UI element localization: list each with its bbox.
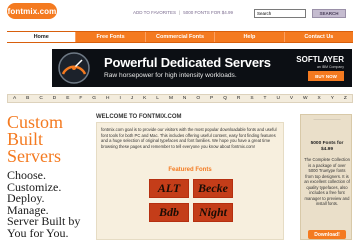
main-nav: Home Free Fonts Commercial Fonts Help Co… bbox=[7, 31, 353, 43]
alphabet-letter-q[interactable]: Q bbox=[223, 96, 227, 101]
alphabet-letter-w[interactable]: W bbox=[303, 96, 308, 101]
fonts-offer-link[interactable]: 5000 FONTS FOR $4.99 bbox=[183, 10, 233, 15]
alphabet-letter-k[interactable]: K bbox=[143, 96, 146, 101]
alphabet-letter-x[interactable]: X bbox=[318, 96, 321, 101]
welcome-heading: WELCOME TO FONTMIX.COM bbox=[96, 114, 182, 120]
search-button[interactable]: SEARCH bbox=[312, 9, 346, 18]
alphabet-letter-f[interactable]: F bbox=[79, 96, 82, 101]
add-to-favorites-link[interactable]: ADD TO FAVORITES bbox=[133, 10, 176, 15]
alphabet-letter-j[interactable]: J bbox=[131, 96, 133, 101]
buy-now-button[interactable]: BUY NOW bbox=[308, 71, 344, 81]
promo-title[interactable]: Custom Built Servers bbox=[7, 113, 87, 166]
intro-text: fontmix.com goal is to provide our visit… bbox=[101, 127, 277, 149]
alphabet-letter-a[interactable]: A bbox=[13, 96, 16, 101]
featured-font-tile[interactable]: Bdb bbox=[149, 203, 189, 222]
brand-tagline: an IBM Company bbox=[316, 65, 344, 69]
download-button[interactable]: Download! bbox=[308, 230, 346, 239]
sidebar-description: The Complete Collection is a package of … bbox=[304, 157, 350, 206]
banner-title: Powerful Dedicated Servers bbox=[104, 55, 271, 70]
alphabet-letter-y[interactable]: Y bbox=[331, 96, 334, 101]
alphabet-letter-s[interactable]: S bbox=[250, 96, 253, 101]
alphabet-letter-i[interactable]: I bbox=[119, 96, 120, 101]
alphabet-letter-d[interactable]: D bbox=[53, 96, 56, 101]
alphabet-letter-g[interactable]: G bbox=[92, 96, 96, 101]
sidebar-heading: 5000 Fonts for $4.99 bbox=[310, 141, 344, 152]
alphabet-letter-e[interactable]: E bbox=[66, 96, 69, 101]
welcome-box: fontmix.com goal is to provide our visit… bbox=[96, 122, 284, 240]
alphabet-nav: A B C D E F G H I J K L M N O P Q R S T U V W X Y Z bbox=[7, 94, 353, 103]
top-links: ADD TO FAVORITES | 5000 FONTS FOR $4.99 bbox=[133, 10, 233, 15]
featured-font-tile[interactable]: Becke bbox=[193, 179, 233, 198]
featured-font-tile[interactable]: ALT bbox=[149, 179, 189, 198]
site-logo[interactable]: fontmix.com bbox=[7, 3, 57, 19]
sidebar-top-text: ........................... bbox=[313, 117, 341, 121]
offer-sidebar: ........................... 5000 Fonts f… bbox=[300, 114, 352, 240]
featured-fonts-title: Featured Fonts bbox=[168, 167, 212, 173]
alphabet-letter-z[interactable]: Z bbox=[344, 96, 347, 101]
nav-contact-us[interactable]: Contact Us bbox=[285, 32, 353, 42]
alphabet-letter-m[interactable]: M bbox=[169, 96, 173, 101]
speedometer-icon bbox=[58, 52, 90, 84]
alphabet-letter-c[interactable]: C bbox=[39, 96, 42, 101]
server-ad-banner[interactable]: Powerful Dedicated Servers Raw horsepowe… bbox=[52, 49, 352, 87]
alphabet-letter-o[interactable]: O bbox=[196, 96, 200, 101]
promo-body[interactable]: Choose. Customize. Deploy. Manage. Serve… bbox=[7, 169, 92, 240]
alphabet-letter-r[interactable]: R bbox=[237, 96, 240, 101]
alphabet-letter-v[interactable]: V bbox=[290, 96, 293, 101]
nav-free-fonts[interactable]: Free Fonts bbox=[76, 32, 146, 42]
alphabet-letter-t[interactable]: T bbox=[264, 96, 267, 101]
alphabet-letter-p[interactable]: P bbox=[210, 96, 213, 101]
softlayer-logo: SOFTLAYER an IBM Company bbox=[296, 55, 344, 69]
link-separator: | bbox=[179, 10, 181, 15]
search-input[interactable] bbox=[254, 9, 306, 18]
alphabet-letter-n[interactable]: N bbox=[183, 96, 186, 101]
alphabet-letter-h[interactable]: H bbox=[106, 96, 109, 101]
promo-title-line: Servers bbox=[7, 146, 61, 166]
banner-subtitle: Raw horsepower for high intensity worklo… bbox=[104, 72, 237, 79]
promo-body-line: You for You. bbox=[7, 225, 69, 240]
alphabet-letter-l[interactable]: L bbox=[156, 96, 159, 101]
nav-help[interactable]: Help bbox=[215, 32, 285, 42]
brand-name: SOFTLAYER bbox=[296, 55, 344, 64]
nav-commercial-fonts[interactable]: Commercial Fonts bbox=[146, 32, 216, 42]
alphabet-letter-u[interactable]: U bbox=[276, 96, 279, 101]
alphabet-letter-b[interactable]: B bbox=[26, 96, 29, 101]
featured-font-tile[interactable]: Night bbox=[193, 203, 233, 222]
nav-home[interactable]: Home bbox=[7, 32, 77, 42]
